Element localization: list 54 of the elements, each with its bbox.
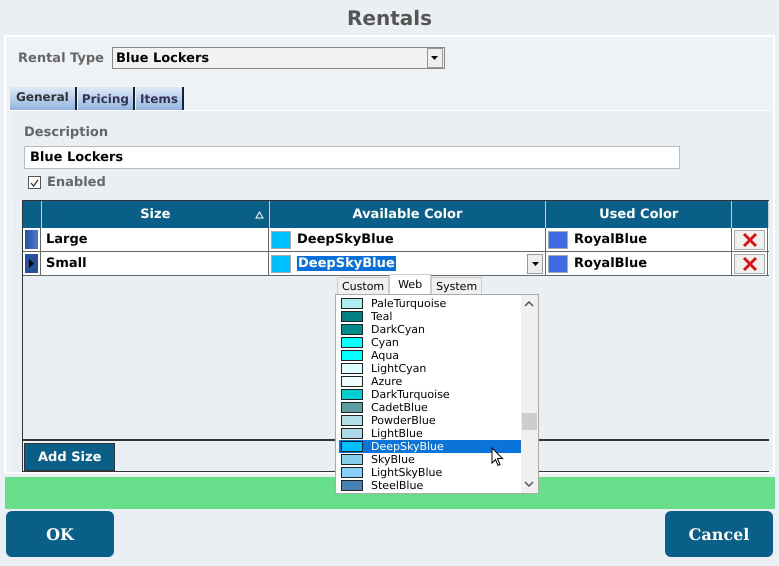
table-cell: DeepSkyBlue	[297, 232, 394, 247]
column-header[interactable]: Used Color	[599, 207, 678, 222]
scrollbar[interactable]	[521, 295, 538, 493]
delete-icon	[742, 232, 758, 248]
color-list-item[interactable]: LightSkyBlue	[339, 466, 521, 479]
scroll-down-icon	[524, 481, 534, 487]
delete-button[interactable]	[734, 230, 765, 250]
color-list-item[interactable]: Aqua	[339, 349, 521, 362]
add-size-button[interactable]: Add Size	[24, 443, 116, 471]
column-header[interactable]: Size	[140, 207, 170, 222]
color-list-item[interactable]: Azure	[339, 375, 521, 388]
description-field[interactable]: Blue Lockers	[24, 146, 680, 169]
tab[interactable]: Pricing	[78, 87, 135, 110]
sort-icon	[254, 210, 264, 218]
table-cell[interactable]: DeepSkyBlue	[297, 256, 396, 271]
color-list-item[interactable]: DarkCyan	[339, 323, 521, 336]
color-list-item[interactable]: Cyan	[339, 336, 521, 349]
color-list-item[interactable]: LightBlue	[339, 427, 521, 440]
color-list-item[interactable]: PowderBlue	[339, 414, 521, 427]
check-icon	[30, 178, 39, 186]
tab[interactable]: Web	[389, 274, 432, 294]
scroll-up-icon	[524, 301, 534, 307]
caret-icon	[532, 262, 538, 266]
delete-button[interactable]	[734, 254, 765, 274]
description-label: Description	[24, 125, 110, 140]
color-list-item[interactable]: DeepSkyBlue	[339, 440, 521, 453]
color-list-item[interactable]: DarkTurquoise	[339, 388, 521, 401]
color-list-item[interactable]: SkyBlue	[339, 453, 521, 466]
tab[interactable]: General	[10, 87, 77, 110]
color-list-item[interactable]: Teal	[339, 310, 521, 323]
table-cell: RoyalBlue	[574, 232, 648, 247]
window-title: Rentals	[346, 6, 432, 30]
rental-type-dropdown[interactable]: Blue Lockers	[112, 47, 445, 69]
table-cell: Large	[46, 232, 88, 247]
color-list-item[interactable]: LightCyan	[339, 362, 521, 375]
table-cell: RoyalBlue	[574, 256, 648, 271]
enabled-checkbox[interactable]	[28, 176, 41, 189]
table-cell: Small	[46, 256, 87, 271]
scroll-thumb[interactable]	[522, 413, 537, 430]
color-list-item[interactable]: CadetBlue	[339, 401, 521, 414]
color-list-item[interactable]: SteelBlue	[339, 479, 521, 492]
cancel-button[interactable]: Cancel	[665, 511, 773, 557]
caret-icon	[431, 56, 438, 60]
rental-type-label: Rental Type	[18, 50, 104, 66]
pointer-icon	[491, 447, 504, 467]
delete-icon	[742, 256, 758, 272]
enabled-label: Enabled	[47, 175, 106, 190]
tab[interactable]: System	[431, 277, 482, 294]
dropdown-button[interactable]	[527, 254, 543, 274]
ok-button[interactable]: OK	[6, 511, 114, 557]
tab[interactable]: Items	[136, 87, 184, 110]
column-header[interactable]: Available Color	[352, 207, 462, 222]
tab[interactable]: Custom	[337, 277, 390, 294]
color-list-item[interactable]: PaleTurquoise	[339, 297, 521, 310]
